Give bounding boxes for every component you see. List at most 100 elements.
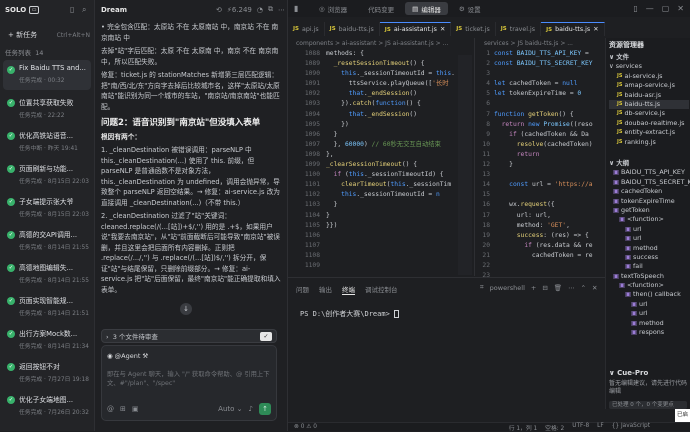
voice-icon[interactable]: ♪ [249,405,253,413]
project-title[interactable]: Dream [101,6,127,14]
terminal-tab[interactable]: 终端 [342,284,355,295]
add-terminal-icon[interactable]: + [531,284,536,292]
agent-chip[interactable]: ◉ @Agent ⚒ [107,351,148,361]
outline-item[interactable]: ▣ url [609,309,690,318]
collapse-icon[interactable]: ▮ [288,4,312,13]
editor-tab[interactable]: JS ticket.js [451,22,496,36]
trash-icon[interactable]: 🗑 [554,284,562,292]
status-item[interactable]: 行 1，列 1 [509,423,537,432]
task-item[interactable]: ✓ 返回按钮不对 任务完成 · 7月27日 19:18 [3,357,91,387]
terminal-tab[interactable]: 输出 [319,284,332,295]
image-icon[interactable]: ▣ [132,405,139,413]
explorer-file[interactable]: JS baidu-tts.js [609,99,689,110]
maximize-icon[interactable]: ▢ [662,4,670,13]
terminal-tab[interactable]: 问题 [296,284,309,295]
minimap-left[interactable] [458,55,472,275]
terminal-tab[interactable]: 调试控制台 [365,284,398,295]
status-item[interactable]: LF [597,423,604,432]
attach-icon[interactable]: ⊞ [120,405,126,413]
sidebar-toggle-icon[interactable]: ▯ [70,5,74,14]
maximize-terminal-icon[interactable]: ⌃ [581,284,586,292]
outline-item[interactable]: ▣ success [609,253,690,262]
status-item[interactable]: {} JavaScript [612,423,650,432]
task-item[interactable]: ✓ 页面实现智能规... 任务完成 · 8月14日 21:51 [3,291,91,321]
new-task-button[interactable]: + 新任务 Ctrl+Alt+N [5,28,93,42]
terminal-divider[interactable] [288,277,605,278]
outline-item[interactable]: ▣ url [609,300,690,309]
scroll-down-button[interactable]: ↓ [180,303,192,315]
editor-tab[interactable]: JS baidu-tts.js ✕ [541,22,605,36]
close-terminal-icon[interactable]: ✕ [592,284,597,292]
chat-input-placeholder[interactable]: 即在与 Agent 聊天，输入 "/" 获取命令帮助、@ 引用上下文、#"/pl… [107,370,273,388]
folder-services[interactable]: ∨ services [609,62,689,71]
agent-settings-icon[interactable]: ⚒ [142,352,148,360]
outline-item[interactable]: ▣ getToken [609,206,690,215]
outline-header[interactable]: ∨ 大纲 [609,159,690,168]
close-tab-icon[interactable]: ✕ [440,26,445,33]
task-item[interactable]: ✓ 优化子女端地图... 任务完成 · 7月26日 20:32 [3,390,91,420]
editor-tab[interactable]: JS api.js [288,22,325,36]
notification-icon[interactable]: ◔ [257,6,263,14]
editor-tab[interactable]: JS baidu-tts.js [325,22,380,36]
pending-files-bar[interactable]: › 3 个文件待审查 ✓ [101,329,277,343]
top-tab[interactable]: ⚙ 设置 [452,2,488,15]
send-button[interactable]: ↑ [259,403,271,415]
outline-item[interactable]: ▣ textToSpeech [609,272,690,281]
outline-item[interactable]: ▣ <function> [609,215,690,224]
close-window-icon[interactable]: ✕ [677,4,684,13]
status-item[interactable]: 空格: 2 [545,423,564,432]
problems-status[interactable]: ⊗ 0 ⚠ 0 [294,424,317,430]
task-item[interactable]: ✓ 高德地图编辑失... 任务完成 · 8月14日 21:55 [3,258,91,288]
top-tab[interactable]: ▤ 编辑器 [405,2,448,15]
files-section-header[interactable]: ∨ 文件 [609,53,689,62]
explorer-file[interactable]: JS ranking.js [609,138,689,147]
task-item[interactable]: ✓ 页面刷新与功能... 任务完成 · 8月15日 22:03 [3,159,91,189]
split-icon[interactable]: ▯ [633,4,637,13]
enabled-badge[interactable]: 已启用 [675,409,690,422]
explorer-file[interactable]: JS amap-service.js [609,81,689,90]
explorer-file[interactable]: JS baidu-asr.js [609,91,689,100]
minimize-icon[interactable]: — [646,4,654,13]
outline-item[interactable]: ▣ fail [609,262,690,271]
outline-item[interactable]: ▣ url [609,234,690,243]
more-terminal-icon[interactable]: ⋯ [568,284,575,292]
outline-item[interactable]: ▣ method [609,319,690,328]
terminal-shell-name[interactable]: powershell [490,284,525,292]
outline-item[interactable]: ▣ cachedToken [609,187,690,196]
top-tab[interactable]: ◎ 浏览器 [312,2,354,15]
outline-item[interactable]: ▣ BAIDU_TTS_API_KEY [609,168,690,177]
task-item[interactable]: ✓ 出行方案Mock数... 任务完成 · 8月14日 21:34 [3,324,91,354]
outline-item[interactable]: ▣ then() callback [609,290,690,299]
editor-tab[interactable]: JS travel.js [496,22,542,36]
model-select[interactable]: Auto ⌄ [218,405,242,413]
outline-item[interactable]: ▣ <function> [609,281,690,290]
task-item[interactable]: ✓ Fix Baidu TTS and... 任务完成 · 00:32 [3,60,91,90]
task-item[interactable]: ✓ 位置共享获取失败 任务完成 · 22:22 [3,93,91,123]
task-item[interactable]: ✓ 优化高铁站语音... 任务中断 · 昨天 19:41 [3,126,91,156]
outline-item[interactable]: ▣ method [609,244,690,253]
more-icon[interactable]: ⋯ [278,6,285,14]
explorer-file[interactable]: JS ai-service.js [609,72,689,81]
split-terminal-icon[interactable]: ⊟ [542,284,547,292]
chat-input-box[interactable]: ◉ @Agent ⚒ 即在与 Agent 聊天，输入 "/" 获取命令帮助、@ 引用… [101,345,277,421]
explorer-file[interactable]: JS doubao-realtime.js [609,119,689,128]
explorer-file[interactable]: JS db-service.js [609,109,689,118]
history-icon[interactable]: ⟲ [216,6,222,14]
task-item[interactable]: ✓ 高德的交API调用... 任务完成 · 8月14日 21:55 [3,225,91,255]
outline-item[interactable]: ▣BAIDU_TTS_SECRET_KEY [609,178,690,187]
outline-item[interactable]: ▣ tokenExpireTime [609,197,690,206]
task-item[interactable]: ✓ 子女端提示张大爷 任务完成 · 8月15日 22:03 [3,192,91,222]
outline-item[interactable]: ▣ respons [609,328,690,337]
code-pane-left[interactable]: methods: { _resetSessionTimeout() { this… [326,49,468,231]
outline-item[interactable]: ▣ url [609,225,690,234]
editor-tab[interactable]: JS ai-assistant.js ✕ [379,22,452,36]
at-mention-icon[interactable]: @ [107,405,114,413]
copy-icon[interactable]: ⧉ [268,5,273,14]
status-item[interactable]: UTF-8 [572,423,589,432]
terminal-prompt[interactable]: PS D:\创作者大赛\Dream> [300,309,400,319]
top-tab[interactable]: 代码变更 [358,2,401,15]
accept-files-button[interactable]: ✓ [260,331,272,341]
code-pane-right[interactable]: const BAIDU_TTS_API_KEY = const BAIDU_TT… [494,49,604,261]
pane-divider[interactable] [474,38,475,276]
explorer-file[interactable]: JS entity-extract.js [609,128,689,137]
